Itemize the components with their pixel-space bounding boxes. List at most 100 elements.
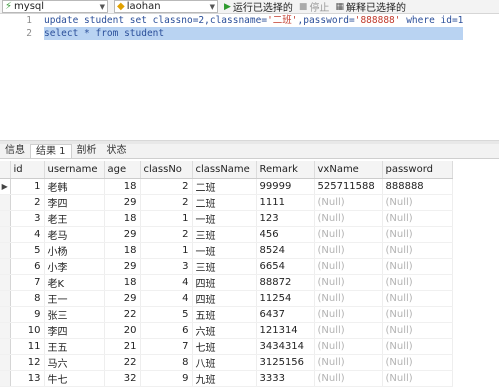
table-cell[interactable]: 1 [10, 178, 45, 195]
table-cell[interactable]: 18 [104, 210, 141, 227]
table-cell[interactable]: 1111 [256, 194, 315, 211]
table-cell[interactable]: (Null) [314, 338, 383, 355]
table-cell[interactable]: (Null) [382, 194, 453, 211]
table-cell[interactable]: 8524 [256, 242, 315, 259]
column-header-id[interactable]: id [10, 161, 45, 179]
table-cell[interactable]: 老马 [44, 226, 105, 243]
table-cell[interactable]: 9 [10, 306, 45, 323]
column-header-classname[interactable]: className [192, 161, 257, 179]
table-cell[interactable]: (Null) [314, 370, 383, 387]
table-cell[interactable]: 2 [10, 194, 45, 211]
table-cell[interactable]: 2 [140, 178, 193, 195]
column-header-vxname[interactable]: vxName [314, 161, 383, 179]
table-cell[interactable]: 8 [140, 354, 193, 371]
table-cell[interactable]: 123 [256, 210, 315, 227]
table-cell[interactable]: (Null) [382, 290, 453, 307]
table-cell[interactable]: 七班 [192, 338, 257, 355]
database-select[interactable]: ◆ laohan ▼ [114, 0, 218, 13]
row-marker[interactable] [0, 274, 11, 291]
table-cell[interactable]: 一班 [192, 242, 257, 259]
table-cell[interactable]: 1 [140, 210, 193, 227]
table-cell[interactable]: 13 [10, 370, 45, 387]
table-cell[interactable]: (Null) [382, 338, 453, 355]
table-cell[interactable]: (Null) [382, 306, 453, 323]
table-cell[interactable]: 李四 [44, 322, 105, 339]
table-cell[interactable]: 12 [10, 354, 45, 371]
table-cell[interactable]: 6437 [256, 306, 315, 323]
table-row[interactable]: 12 马六 22 8 八班 3125156 (Null) (Null) [0, 354, 453, 371]
table-cell[interactable]: 四班 [192, 274, 257, 291]
table-cell[interactable]: 5 [140, 306, 193, 323]
table-cell[interactable]: 3434314 [256, 338, 315, 355]
column-header-username[interactable]: username [44, 161, 105, 179]
table-row[interactable]: 8 王一 29 4 四班 11254 (Null) (Null) [0, 290, 453, 307]
table-cell[interactable]: 6 [10, 258, 45, 275]
table-cell[interactable]: 32 [104, 370, 141, 387]
table-cell[interactable]: (Null) [382, 354, 453, 371]
tab-info[interactable]: 信息 [0, 144, 30, 158]
stop-button[interactable]: ■ 停止 [299, 0, 330, 15]
table-row[interactable]: 5 小杨 18 1 一班 8524 (Null) (Null) [0, 242, 453, 259]
table-row[interactable]: ▶ 1 老韩 18 2 二班 99999 525711588 888888 [0, 178, 453, 195]
table-cell[interactable]: 9 [140, 370, 193, 387]
table-cell[interactable]: 王五 [44, 338, 105, 355]
tab-result-1[interactable]: 结果 1 [30, 144, 72, 158]
table-row[interactable]: 7 老K 18 4 四班 88872 (Null) (Null) [0, 274, 453, 291]
table-cell[interactable]: 2 [140, 226, 193, 243]
table-cell[interactable]: (Null) [314, 258, 383, 275]
table-cell[interactable]: (Null) [314, 306, 383, 323]
row-marker[interactable]: ▶ [0, 178, 11, 195]
table-cell[interactable]: 88872 [256, 274, 315, 291]
table-cell[interactable]: 4 [140, 290, 193, 307]
table-cell[interactable]: 99999 [256, 178, 315, 195]
run-selected-button[interactable]: ▶ 运行已选择的 [224, 0, 293, 15]
table-cell[interactable]: (Null) [314, 354, 383, 371]
table-row[interactable]: 10 李四 20 6 六班 121314 (Null) (Null) [0, 322, 453, 339]
table-cell[interactable]: (Null) [314, 194, 383, 211]
table-row[interactable]: 4 老马 29 2 三班 456 (Null) (Null) [0, 226, 453, 243]
table-cell[interactable]: 8 [10, 290, 45, 307]
table-cell[interactable]: (Null) [382, 226, 453, 243]
table-cell[interactable]: (Null) [314, 290, 383, 307]
table-cell[interactable]: (Null) [382, 210, 453, 227]
column-header-age[interactable]: age [104, 161, 141, 179]
row-marker[interactable] [0, 290, 11, 307]
table-row[interactable]: 13 牛七 32 9 九班 3333 (Null) (Null) [0, 370, 453, 387]
column-header-remark[interactable]: Remark [256, 161, 315, 179]
table-cell[interactable]: 5 [10, 242, 45, 259]
table-cell[interactable]: 3333 [256, 370, 315, 387]
table-cell[interactable]: 一班 [192, 210, 257, 227]
table-cell[interactable]: (Null) [382, 322, 453, 339]
table-cell[interactable]: 456 [256, 226, 315, 243]
table-cell[interactable]: 29 [104, 194, 141, 211]
table-cell[interactable]: 6 [140, 322, 193, 339]
table-row[interactable]: 3 老王 18 1 一班 123 (Null) (Null) [0, 210, 453, 227]
table-cell[interactable]: 小杨 [44, 242, 105, 259]
table-cell[interactable]: (Null) [382, 258, 453, 275]
table-cell[interactable]: 小李 [44, 258, 105, 275]
table-cell[interactable]: 三班 [192, 258, 257, 275]
table-cell[interactable]: 3 [10, 210, 45, 227]
table-cell[interactable]: 22 [104, 354, 141, 371]
table-cell[interactable]: 21 [104, 338, 141, 355]
row-marker[interactable] [0, 210, 11, 227]
row-marker[interactable] [0, 258, 11, 275]
row-marker[interactable] [0, 194, 11, 211]
table-cell[interactable]: 22 [104, 306, 141, 323]
table-cell[interactable]: 7 [10, 274, 45, 291]
table-cell[interactable]: 29 [104, 290, 141, 307]
table-row[interactable]: 2 李四 29 2 二班 1111 (Null) (Null) [0, 194, 453, 211]
table-row[interactable]: 6 小李 29 3 三班 6654 (Null) (Null) [0, 258, 453, 275]
table-cell[interactable]: 121314 [256, 322, 315, 339]
table-cell[interactable]: 10 [10, 322, 45, 339]
table-cell[interactable]: 老韩 [44, 178, 105, 195]
table-cell[interactable]: 4 [140, 274, 193, 291]
table-cell[interactable]: (Null) [382, 370, 453, 387]
table-cell[interactable]: 六班 [192, 322, 257, 339]
table-cell[interactable]: 18 [104, 274, 141, 291]
table-cell[interactable]: (Null) [314, 242, 383, 259]
table-cell[interactable]: 29 [104, 226, 141, 243]
tab-profile[interactable]: 剖析 [72, 144, 102, 158]
column-header-password[interactable]: password [382, 161, 453, 179]
sql-editor[interactable]: 1 2 update student set classno=2,classna… [0, 14, 499, 140]
